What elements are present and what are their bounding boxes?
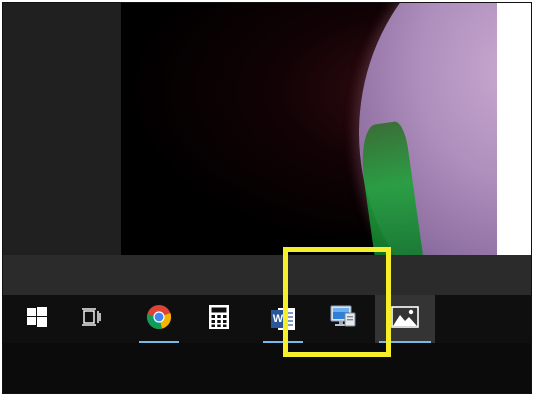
start-button[interactable] (13, 295, 61, 343)
desktop-bottom-strip (3, 255, 531, 295)
photo-viewer-image (121, 3, 531, 255)
monitor-icon (329, 304, 357, 335)
desktop-left-panel (3, 3, 121, 255)
task-view-button[interactable] (67, 295, 115, 343)
calculator-icon (209, 304, 229, 334)
taskbar-chrome[interactable] (135, 295, 183, 343)
screenshot-frame: W (2, 2, 532, 394)
taskbar-photos[interactable] (375, 295, 435, 343)
word-icon: W (270, 307, 296, 331)
windows-icon (27, 306, 47, 332)
taskbar-word[interactable]: W (259, 295, 307, 343)
task-view-icon (81, 307, 101, 332)
taskbar-remote-desktop[interactable] (319, 295, 367, 343)
photos-icon (391, 305, 419, 333)
below-taskbar-area (3, 343, 531, 393)
word-icon-letter: W (272, 313, 284, 325)
taskbar-calculator[interactable] (195, 295, 243, 343)
photo-white-edge (497, 3, 531, 255)
desktop (3, 3, 531, 295)
chrome-icon (146, 304, 172, 335)
taskbar: W (3, 295, 531, 343)
